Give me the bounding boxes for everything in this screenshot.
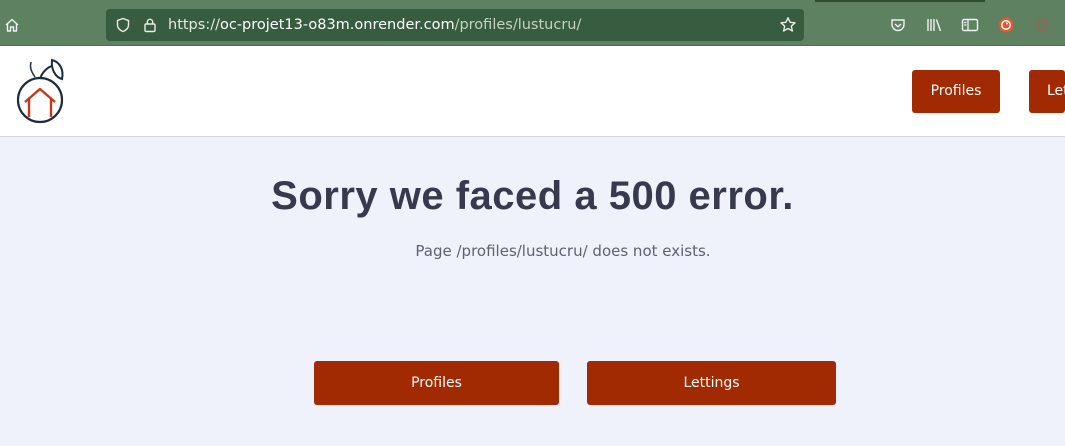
duckduckgo-icon[interactable] — [995, 14, 1017, 36]
url-path: /profiles/lustucru/ — [454, 17, 582, 33]
lock-icon[interactable] — [139, 14, 161, 36]
extension-icon[interactable] — [1031, 14, 1053, 36]
error-title: Sorry we faced a 500 error. — [271, 174, 794, 218]
library-icon[interactable] — [923, 14, 945, 36]
url-host: oc-projet13-o83m.onrender.com — [219, 17, 455, 33]
url-text[interactable]: https://oc-projet13-o83m.onrender.com/pr… — [168, 9, 581, 41]
header-profiles-button[interactable]: Profiles — [912, 70, 1000, 113]
browser-toolbar: https://oc-projet13-o83m.onrender.com/pr… — [0, 0, 1065, 46]
error-message: Page /profiles/lustucru/ does not exists… — [415, 242, 711, 260]
shield-icon[interactable] — [112, 14, 134, 36]
sidebar-icon[interactable] — [959, 14, 981, 36]
lettings-button[interactable]: Lettings — [587, 361, 836, 405]
site-header: Profiles Let — [0, 46, 1065, 137]
url-bar[interactable]: https://oc-projet13-o83m.onrender.com/pr… — [106, 9, 804, 41]
home-icon[interactable] — [1, 14, 23, 36]
orange-county-lettings-logo[interactable] — [14, 57, 68, 125]
tab-edge — [815, 0, 985, 2]
url-scheme: https:// — [168, 17, 220, 33]
header-lettings-button[interactable]: Let — [1029, 70, 1065, 113]
pocket-icon[interactable] — [887, 14, 909, 36]
profiles-button[interactable]: Profiles — [314, 361, 559, 405]
bookmark-star-icon[interactable] — [777, 14, 799, 36]
